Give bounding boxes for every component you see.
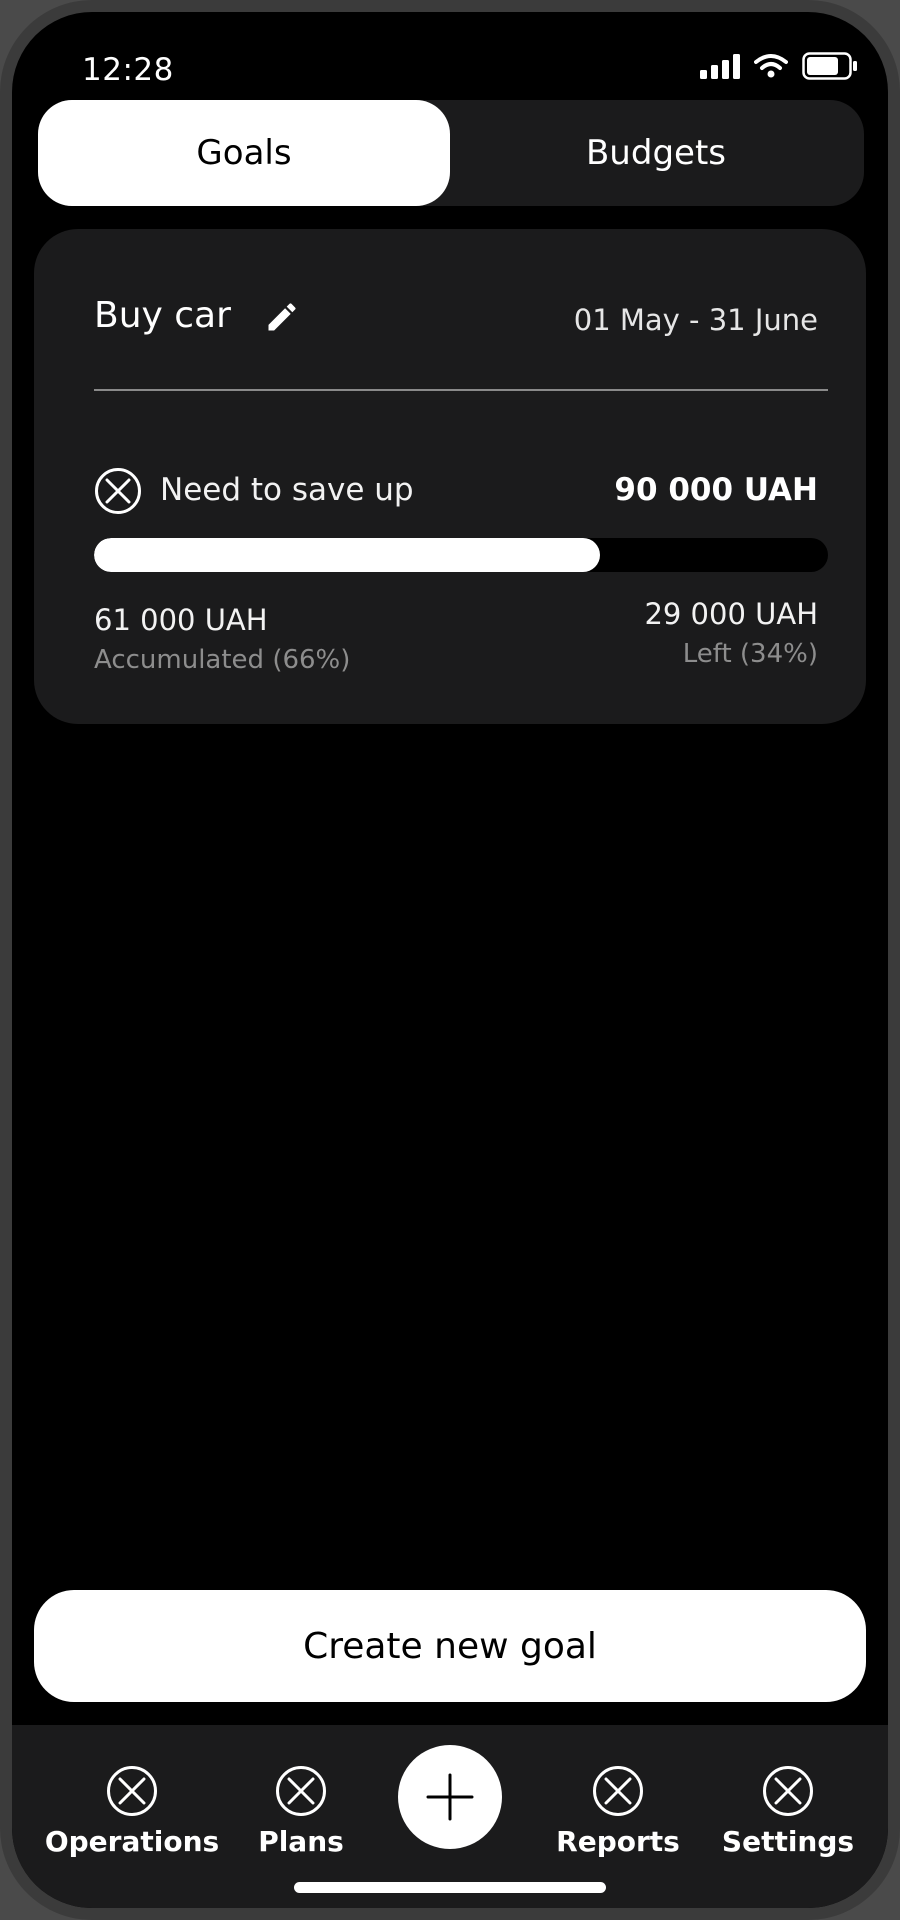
- signal-icon: [700, 53, 740, 79]
- nav-label: Reports: [556, 1825, 680, 1858]
- nav-item-reports[interactable]: Reports: [528, 1725, 708, 1865]
- status-time: 12:28: [82, 52, 174, 88]
- x-circle-icon: [763, 1766, 813, 1816]
- battery-icon: [802, 52, 857, 80]
- x-circle-icon: [95, 468, 141, 514]
- pencil-icon[interactable]: [264, 299, 300, 335]
- goal-progress-bar: [94, 538, 828, 572]
- wifi-icon: [754, 54, 788, 78]
- target-amount: 90 000 UAH: [614, 472, 818, 508]
- save-label: Need to save up: [160, 472, 414, 508]
- accumulated-label: Accumulated (66%): [94, 645, 351, 675]
- goal-title: Buy car: [94, 295, 231, 336]
- device-frame: 12:28 Goals Budgets Buy car 01 May - 31 …: [0, 0, 900, 1920]
- goals-budgets-switcher: Goals Budgets: [38, 100, 864, 206]
- accumulated-value: 61 000 UAH: [94, 603, 268, 637]
- divider: [94, 389, 828, 391]
- x-circle-icon: [593, 1766, 643, 1816]
- status-icons: [700, 50, 858, 82]
- plus-icon: [426, 1773, 474, 1821]
- nav-label: Settings: [721, 1825, 855, 1858]
- nav-label: Operations: [44, 1825, 220, 1858]
- nav-item-operations[interactable]: Operations: [42, 1725, 222, 1865]
- goal-date-range: 01 May - 31 June: [573, 303, 818, 337]
- goal-progress-fill: [94, 538, 601, 572]
- app-screen: 12:28 Goals Budgets Buy car 01 May - 31 …: [12, 12, 888, 1908]
- left-value: 29 000 UAH: [644, 597, 818, 631]
- nav-item-settings[interactable]: Settings: [698, 1725, 878, 1865]
- bottom-nav: Operations Plans Reports Settings: [12, 1725, 888, 1908]
- tab-goals[interactable]: Goals: [38, 100, 450, 206]
- x-circle-icon: [276, 1766, 326, 1816]
- goal-card[interactable]: Buy car 01 May - 31 June Need to save up…: [34, 229, 866, 724]
- nav-label: Plans: [258, 1825, 344, 1858]
- create-goal-button[interactable]: Create new goal: [34, 1590, 866, 1702]
- nav-item-plans[interactable]: Plans: [211, 1725, 391, 1865]
- x-circle-icon: [107, 1766, 157, 1816]
- left-label: Left (34%): [682, 639, 818, 669]
- home-indicator[interactable]: [294, 1882, 606, 1893]
- add-operation-button[interactable]: [398, 1745, 502, 1849]
- tab-budgets[interactable]: Budgets: [450, 100, 862, 206]
